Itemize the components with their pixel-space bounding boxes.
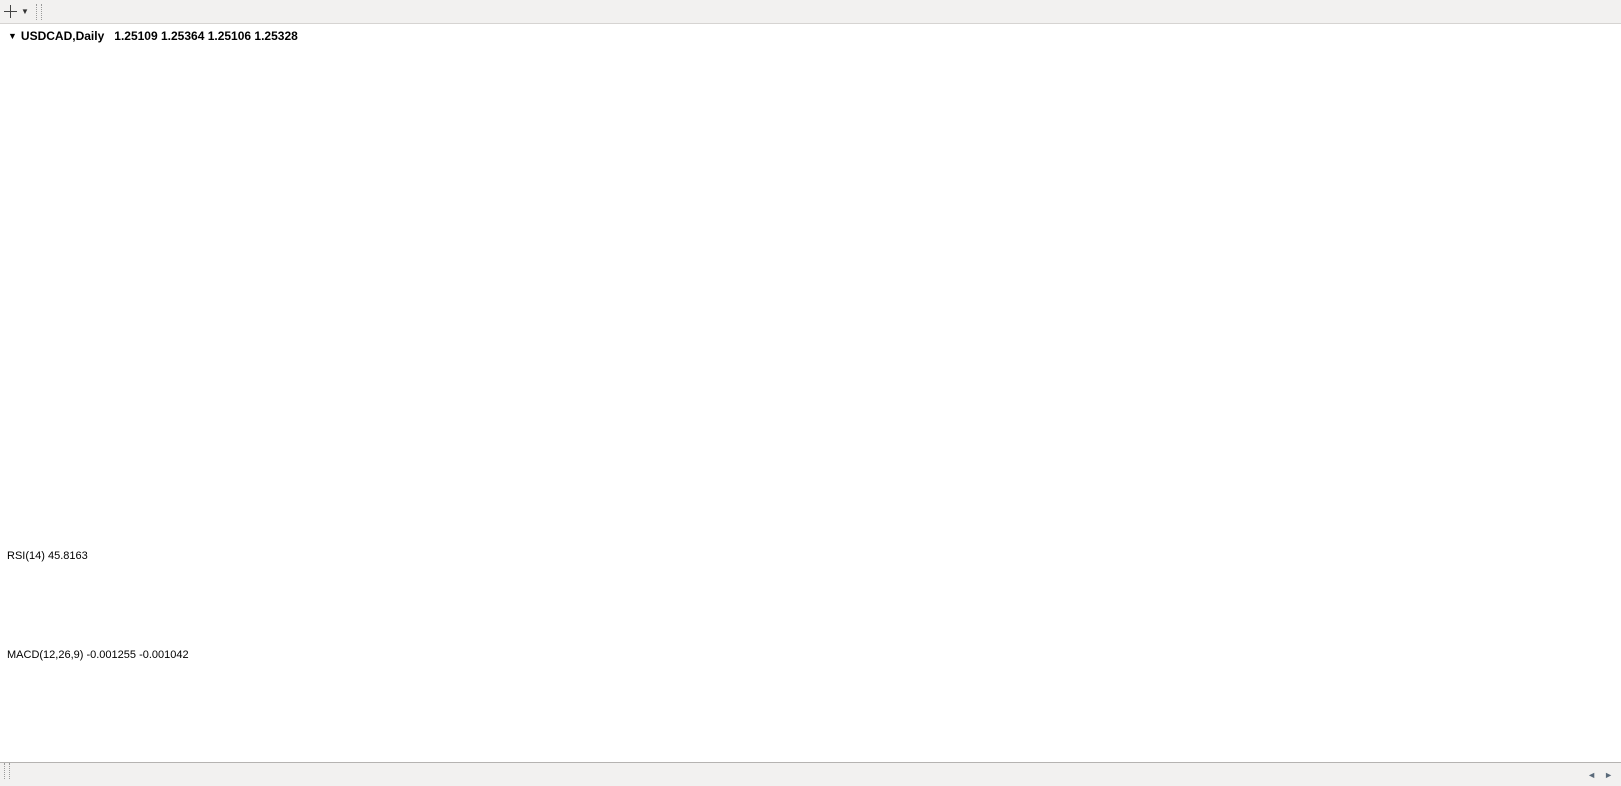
tab-scroll-left-icon[interactable]: ◄ — [1587, 770, 1596, 780]
chart-ohlc-quote: 1.25109 1.25364 1.25106 1.25328 — [114, 29, 298, 43]
mt4-window: ▼ ▼ USDCAD,Daily 1.25109 1.25364 1.25106 1… — [0, 0, 1621, 786]
tab-scroll-buttons: ◄ ► — [1579, 763, 1621, 786]
crosshair-icon — [3, 4, 18, 19]
toolbar-grip — [35, 3, 42, 20]
chevron-down-icon: ▼ — [21, 7, 29, 16]
macd-indicator-label: MACD(12,26,9) -0.001255 -0.001042 — [7, 649, 189, 661]
rsi-indicator-label: RSI(14) 45.8163 — [7, 550, 88, 562]
tab-scroll-right-icon[interactable]: ► — [1604, 770, 1613, 780]
draw-tool-button[interactable]: ▼ — [0, 4, 32, 19]
chart-tab-bar: ◄ ► — [0, 762, 1621, 786]
symbol-dropdown-icon[interactable]: ▼ — [8, 31, 17, 41]
timeframe-toolbar: ▼ — [0, 0, 1621, 24]
tabbar-grip — [4, 763, 10, 779]
chart-area[interactable] — [0, 0, 1621, 762]
chart-title[interactable]: ▼ USDCAD,Daily 1.25109 1.25364 1.25106 1.2… — [8, 29, 298, 43]
chart-symbol-period: USDCAD,Daily — [20, 29, 105, 43]
